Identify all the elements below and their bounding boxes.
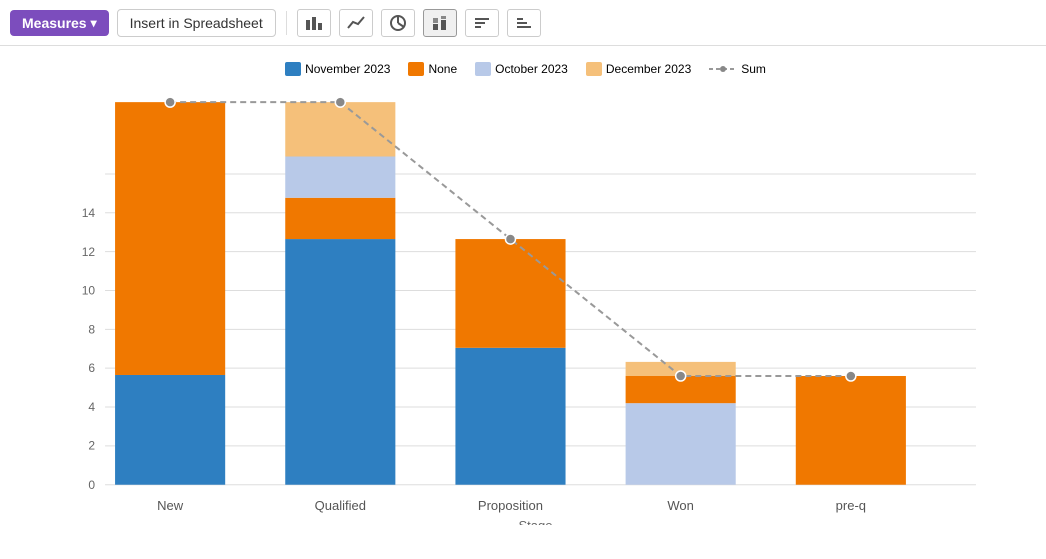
legend-label-none: None [428,62,457,76]
bar-new-none [115,102,225,375]
november-swatch [285,62,301,76]
bar-proposition-november [455,348,565,485]
sum-line-icon [709,64,737,74]
none-swatch [408,62,424,76]
main-chart: 0 2 4 6 8 10 12 14 [55,82,996,525]
svg-text:Won: Won [667,498,694,513]
sort-desc-icon-button[interactable] [507,9,541,37]
stacked-chart-icon-button[interactable] [423,9,457,37]
svg-text:14: 14 [82,206,96,220]
legend-label-sum: Sum [741,62,766,76]
legend-label-november: November 2023 [305,62,390,76]
bar-qualified-december [285,102,395,156]
bar-chart-icon-button[interactable] [297,9,331,37]
legend-item-november: November 2023 [285,62,390,76]
legend-item-sum: Sum [709,62,766,76]
svg-text:Qualified: Qualified [315,498,366,513]
legend-label-december: December 2023 [606,62,691,76]
bar-qualified-november [285,239,395,485]
svg-text:Proposition: Proposition [478,498,543,513]
bar-qualified-october [285,157,395,198]
bar-qualified-none [285,198,395,239]
legend-item-december: December 2023 [586,62,691,76]
bar-won-october [626,403,736,485]
sum-dot-proposition [505,234,515,244]
toolbar: Measures Insert in Spreadsheet [0,0,1046,46]
svg-text:Stage: Stage [519,518,553,525]
sum-dot-preq [846,371,856,381]
legend-label-october: October 2023 [495,62,568,76]
bar-proposition-none [455,239,565,348]
svg-text:pre-q: pre-q [836,498,866,513]
pie-chart-icon-button[interactable] [381,9,415,37]
october-swatch [475,62,491,76]
sum-dot-won [676,371,686,381]
legend-item-october: October 2023 [475,62,568,76]
svg-text:6: 6 [88,361,95,375]
legend-item-none: None [408,62,457,76]
legend: November 2023 None October 2023 December… [55,56,996,82]
svg-text:8: 8 [88,323,95,337]
insert-spreadsheet-button[interactable]: Insert in Spreadsheet [117,9,276,37]
december-swatch [586,62,602,76]
bar-preq-none [796,376,906,485]
svg-text:12: 12 [82,245,96,259]
line-chart-icon [347,14,365,32]
sort-asc-icon-button[interactable] [465,9,499,37]
bar-chart-icon [305,14,323,32]
svg-text:0: 0 [88,478,95,492]
pie-chart-icon [389,14,407,32]
sort-asc-icon [473,14,491,32]
svg-text:10: 10 [82,283,96,297]
sum-dot-new [165,97,175,107]
svg-text:2: 2 [88,438,95,452]
svg-text:New: New [157,498,184,513]
measures-button[interactable]: Measures [10,10,109,36]
line-chart-icon-button[interactable] [339,9,373,37]
sum-dot-qualified [335,97,345,107]
svg-text:4: 4 [88,400,95,414]
sort-desc-icon [515,14,533,32]
chart-area: November 2023 None October 2023 December… [0,46,1046,559]
stacked-chart-icon [431,14,449,32]
bar-new-november [115,375,225,485]
separator [286,11,287,35]
